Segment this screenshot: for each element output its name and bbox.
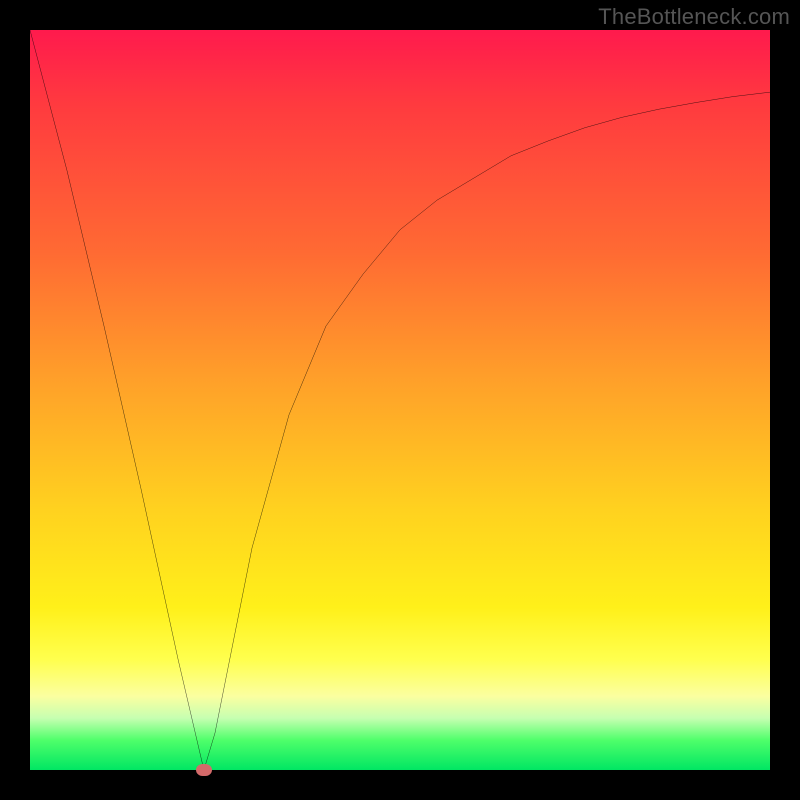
minimum-marker bbox=[196, 764, 212, 776]
bottleneck-curve bbox=[30, 30, 770, 770]
watermark-text: TheBottleneck.com bbox=[598, 4, 790, 30]
chart-frame: TheBottleneck.com bbox=[0, 0, 800, 800]
curve-line bbox=[30, 30, 770, 770]
plot-area bbox=[30, 30, 770, 770]
